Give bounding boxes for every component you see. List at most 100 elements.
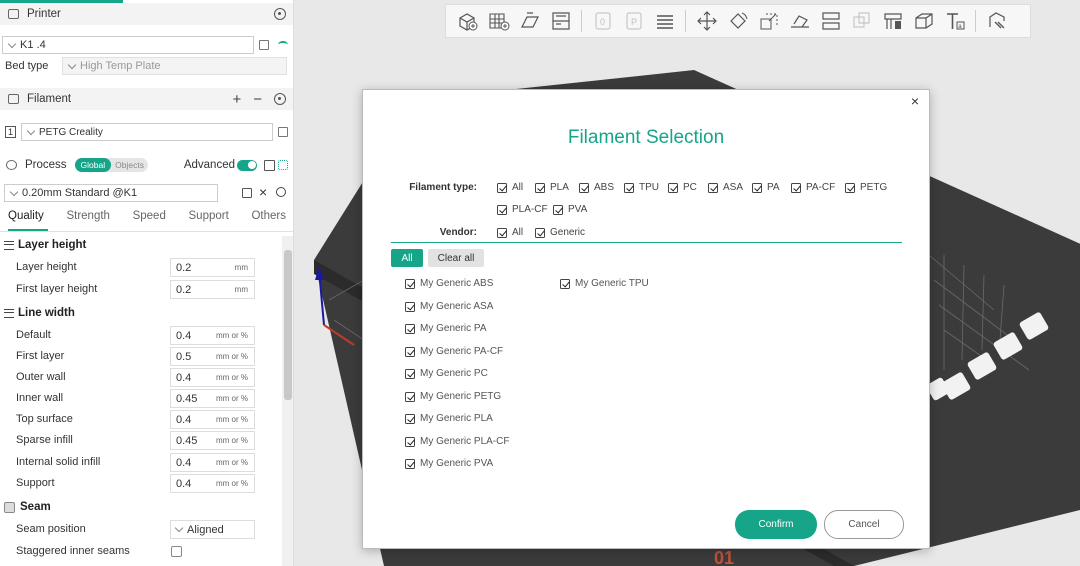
lay-on-face-icon[interactable] bbox=[788, 10, 812, 32]
add-object-icon[interactable] bbox=[456, 10, 480, 32]
confirm-button[interactable]: Confirm bbox=[735, 510, 817, 539]
filter-type-petg[interactable]: PETG bbox=[845, 182, 887, 193]
bed-type-select[interactable]: High Temp Plate bbox=[62, 57, 287, 75]
first-layer-width-input[interactable]: 0.5 mm or % bbox=[170, 347, 255, 366]
filament-settings-gear-icon[interactable] bbox=[274, 93, 286, 105]
checkbox-label: All bbox=[512, 227, 524, 238]
compare-icon[interactable] bbox=[278, 160, 288, 170]
move-icon[interactable] bbox=[695, 10, 719, 32]
plate-0-icon[interactable]: 0 bbox=[591, 10, 615, 32]
filament-item[interactable]: My Generic TPU bbox=[560, 278, 649, 289]
filament-item[interactable]: My Generic ABS bbox=[405, 278, 493, 289]
printer-select[interactable]: K1 .4 bbox=[2, 36, 254, 54]
remove-filament-icon[interactable]: − bbox=[253, 91, 262, 108]
seam-paint-icon[interactable] bbox=[912, 10, 936, 32]
sparse-infill-input[interactable]: 0.45 mm or % bbox=[170, 431, 255, 450]
param-outer-wall: Outer wall 0.4 mm or % bbox=[0, 367, 282, 388]
filter-type-asa[interactable]: ASA bbox=[708, 182, 743, 193]
outer-wall-input[interactable]: 0.4 mm or % bbox=[170, 368, 255, 387]
filter-type-pa[interactable]: PA bbox=[752, 182, 780, 193]
filter-type-all[interactable]: All bbox=[497, 182, 523, 193]
filament-item[interactable]: My Generic PC bbox=[405, 368, 488, 379]
group-seam: Seam bbox=[0, 497, 282, 517]
filament-item[interactable]: My Generic ASA bbox=[405, 301, 493, 312]
layers-icon[interactable] bbox=[653, 10, 677, 32]
default-width-input[interactable]: 0.4 mm or % bbox=[170, 326, 255, 345]
inner-wall-input[interactable]: 0.45 mm or % bbox=[170, 389, 255, 408]
advanced-toggle[interactable] bbox=[237, 159, 257, 171]
chevron-down-icon bbox=[9, 187, 19, 196]
filament-item[interactable]: My Generic PA bbox=[405, 323, 487, 334]
param-label: Default bbox=[16, 329, 51, 341]
filter-type-pla-cf[interactable]: PLA-CF bbox=[497, 204, 548, 215]
rotate-icon[interactable] bbox=[726, 10, 750, 32]
seam-position-select[interactable]: Aligned bbox=[170, 520, 255, 539]
vendor-label: Vendor: bbox=[439, 227, 477, 238]
layer-height-input[interactable]: 0.2 mm bbox=[170, 258, 255, 277]
text-icon[interactable]: a bbox=[943, 10, 967, 32]
checkbox-checked bbox=[405, 301, 415, 312]
filter-type-abs[interactable]: ABS bbox=[579, 182, 614, 193]
close-preset-icon[interactable]: × bbox=[259, 184, 267, 200]
scale-icon[interactable] bbox=[757, 10, 781, 32]
filament-item-label: My Generic ASA bbox=[420, 301, 494, 312]
cancel-button[interactable]: Cancel bbox=[824, 510, 904, 539]
process-preset-select[interactable]: 0.20mm Standard @K1 bbox=[4, 184, 218, 202]
edit-printer-icon[interactable] bbox=[259, 40, 269, 50]
split-layout-icon[interactable] bbox=[549, 10, 573, 32]
top-surface-input[interactable]: 0.4 mm or % bbox=[170, 410, 255, 429]
tab-strength[interactable]: Strength bbox=[66, 210, 109, 232]
filter-type-tpu[interactable]: TPU bbox=[624, 182, 659, 193]
checkbox-checked bbox=[560, 278, 570, 289]
auto-orient-icon[interactable] bbox=[518, 10, 542, 32]
global-objects-toggle[interactable]: Global Objects bbox=[74, 158, 148, 172]
checkbox-checked bbox=[405, 413, 415, 424]
seam-icon bbox=[4, 501, 15, 513]
clear-all-button[interactable]: Clear all bbox=[428, 249, 484, 267]
bed-type-value: High Temp Plate bbox=[80, 60, 161, 72]
tab-support[interactable]: Support bbox=[189, 210, 229, 232]
checkbox-label: PC bbox=[683, 182, 697, 193]
process-list-icon[interactable] bbox=[264, 159, 275, 171]
printer-icon bbox=[8, 9, 19, 19]
filament-item[interactable]: My Generic PLA-CF bbox=[405, 436, 509, 447]
boolean-icon[interactable] bbox=[850, 10, 874, 32]
tab-others[interactable]: Others bbox=[251, 210, 286, 232]
filter-type-pa-cf[interactable]: PA-CF bbox=[791, 182, 835, 193]
filament-item[interactable]: My Generic PA-CF bbox=[405, 346, 503, 357]
filter-vendor-generic[interactable]: Generic bbox=[535, 227, 585, 238]
printer-settings-gear-icon[interactable] bbox=[274, 8, 286, 20]
save-preset-icon[interactable] bbox=[242, 188, 252, 198]
cut-icon[interactable] bbox=[819, 10, 843, 32]
wifi-icon[interactable] bbox=[278, 41, 288, 48]
close-dialog-button[interactable]: × bbox=[908, 94, 922, 108]
filament-item-label: My Generic PA bbox=[420, 323, 487, 334]
objects-toggle[interactable]: Objects bbox=[111, 158, 148, 172]
global-toggle[interactable]: Global bbox=[74, 158, 112, 172]
filament-section-header[interactable]: Filament + − bbox=[0, 88, 293, 110]
filament-type-label: Filament type: bbox=[409, 182, 477, 193]
scrollbar-thumb[interactable] bbox=[284, 250, 292, 400]
filter-type-pva[interactable]: PVA bbox=[553, 204, 587, 215]
select-all-button[interactable]: All bbox=[391, 249, 423, 267]
plate-p-icon[interactable]: P bbox=[622, 10, 646, 32]
arrange-grid-icon[interactable] bbox=[487, 10, 511, 32]
staggered-inner-seams-checkbox[interactable] bbox=[171, 546, 182, 557]
support-width-input[interactable]: 0.4 mm or % bbox=[170, 474, 255, 493]
printer-section-header[interactable]: Printer bbox=[0, 3, 293, 25]
edit-filament-icon[interactable] bbox=[278, 127, 288, 137]
filament-select[interactable]: PETG Creality bbox=[21, 123, 273, 141]
filter-type-pla[interactable]: PLA bbox=[535, 182, 569, 193]
tab-speed[interactable]: Speed bbox=[133, 210, 166, 232]
search-icon[interactable] bbox=[276, 187, 286, 197]
filament-item[interactable]: My Generic PLA bbox=[405, 413, 493, 424]
first-layer-height-input[interactable]: 0.2 mm bbox=[170, 280, 255, 299]
add-filament-icon[interactable]: + bbox=[232, 91, 241, 108]
support-paint-icon[interactable] bbox=[881, 10, 905, 32]
measure-icon[interactable] bbox=[985, 10, 1009, 32]
filter-type-pc[interactable]: PC bbox=[668, 182, 697, 193]
filament-item[interactable]: My Generic PVA bbox=[405, 458, 493, 469]
filament-item[interactable]: My Generic PETG bbox=[405, 391, 501, 402]
filter-vendor-all[interactable]: All bbox=[497, 227, 523, 238]
internal-solid-infill-input[interactable]: 0.4 mm or % bbox=[170, 453, 255, 472]
